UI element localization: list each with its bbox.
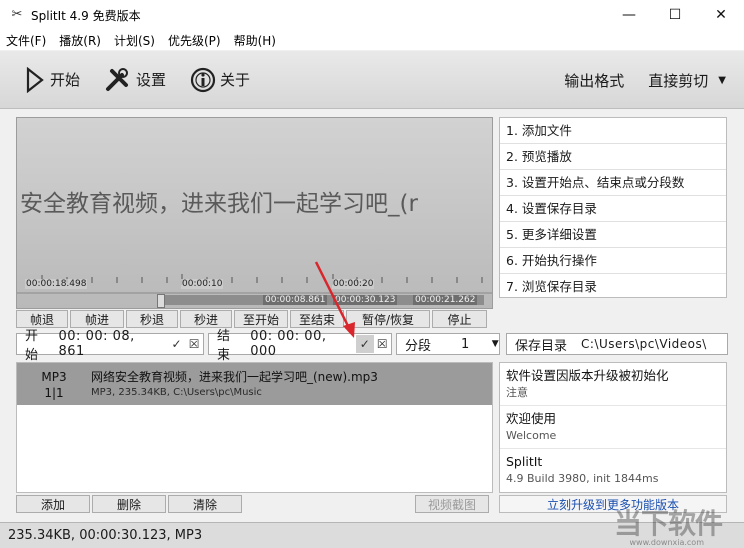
direct-cut-dropdown[interactable]: 直接剪切: [648, 70, 708, 91]
step-set-save-dir[interactable]: 4. 设置保存目录: [500, 196, 726, 222]
start-label: 开始: [50, 71, 81, 89]
stop-button[interactable]: 停止: [432, 310, 487, 328]
minimize-button[interactable]: —: [606, 0, 652, 30]
start-time-input[interactable]: 00: 00: 08, 861: [59, 329, 164, 359]
menu-help[interactable]: 帮助(H): [234, 32, 276, 49]
info-sub: 注意: [506, 386, 528, 399]
current-time-label: 00:00:18.498: [25, 279, 88, 289]
delete-button[interactable]: 删除: [92, 495, 166, 513]
menu-file[interactable]: 文件(F): [6, 32, 46, 49]
play-icon: [26, 66, 44, 93]
info-title: SplitIt: [506, 454, 543, 469]
info-sub: 4.9 Build 3980, init 1844ms: [506, 472, 659, 485]
step-browse-dir[interactable]: 7. 浏览保存目录: [500, 274, 726, 300]
set-end-check-icon[interactable]: ✓: [356, 335, 374, 353]
step-execute[interactable]: 6. 开始执行操作: [500, 248, 726, 274]
save-dir-group: 保存目录 C:\Users\pc\Videos\: [506, 333, 728, 355]
settings-button[interactable]: 设置: [104, 67, 166, 93]
set-start-check-icon[interactable]: ✓: [168, 335, 186, 353]
window-title: SplitIt 4.9 免费版本: [31, 8, 141, 23]
segment-select[interactable]: 1: [461, 337, 470, 352]
info-block: SplitIt 4.9 Build 3980, init 1844ms: [500, 449, 726, 491]
go-to-end-button[interactable]: 至结束: [290, 310, 344, 328]
clear-end-x-icon[interactable]: ☒: [374, 335, 391, 353]
save-dir-button[interactable]: 保存目录: [507, 335, 575, 354]
save-dir-path[interactable]: C:\Users\pc\Videos\: [581, 337, 707, 351]
file-type-label: MP3: [41, 370, 67, 384]
preview-title-text: 安全教育视频，进来我们一起学习吧_(r: [20, 191, 418, 217]
info-block: 欢迎使用 Welcome: [500, 406, 726, 449]
close-button[interactable]: ✕: [698, 0, 744, 30]
second-back-button[interactable]: 秒退: [126, 310, 178, 328]
video-preview[interactable]: 安全教育视频，进来我们一起学习吧_(r 00:00:18.498 00:00:1…: [16, 117, 493, 309]
marker-end-label: 00:00:21.262: [413, 295, 478, 305]
playback-controls: 帧退 帧进 秒退 秒进 至开始 至结束 暂停/恢复 停止: [16, 310, 493, 328]
steps-panel: 1. 添加文件 2. 预览播放 3. 设置开始点、结束点或分段数 4. 设置保存…: [499, 117, 727, 298]
watermark-site: www.downxia.com: [629, 538, 704, 547]
about-label: 关于: [220, 71, 251, 89]
info-title: 欢迎使用: [506, 411, 557, 426]
end-time-input[interactable]: 00: 00: 00, 000: [250, 329, 354, 359]
marker-start-label: 00:00:08.861: [263, 295, 328, 305]
scissors-icon: ✂: [11, 7, 23, 22]
pause-resume-button[interactable]: 暂停/恢复: [346, 310, 430, 328]
menu-priority[interactable]: 优先级(P): [168, 32, 221, 49]
info-title: 软件设置因版本升级被初始化: [506, 368, 669, 383]
step-set-points[interactable]: 3. 设置开始点、结束点或分段数: [500, 170, 726, 196]
menu-play[interactable]: 播放(R): [59, 32, 101, 49]
clear-button[interactable]: 清除: [168, 495, 242, 513]
toolbar-right: 输出格式 直接剪切 ▼: [564, 51, 726, 109]
menu-bar: 文件(F) 播放(R) 计划(S) 优先级(P) 帮助(H): [0, 30, 744, 50]
title-bar: ✂ SplitIt 4.9 免费版本 — ☐ ✕: [0, 0, 744, 30]
timeline-slider-handle[interactable]: [157, 294, 165, 308]
list-item[interactable]: MP3 1|1 网络安全教育视频，进来我们一起学习吧_(new).mp3 MP3…: [17, 363, 492, 405]
output-format-button[interactable]: 输出格式: [564, 70, 624, 91]
tick-label-10: 00:00:10: [181, 279, 224, 289]
end-time-label: 结束: [217, 329, 231, 363]
file-meta: MP3, 235.34KB, C:\Users\pc\Music: [91, 387, 262, 398]
file-name: 网络安全教育视频，进来我们一起学习吧_(new).mp3: [91, 370, 378, 384]
video-snapshot-button[interactable]: 视频截图: [415, 495, 489, 513]
add-button[interactable]: 添加: [16, 495, 90, 513]
info-icon: [190, 67, 216, 92]
marker-total-label: 00:00:30.123: [333, 295, 398, 305]
segment-group: 分段 1 ▼: [396, 333, 500, 355]
tools-icon: [106, 67, 129, 91]
segment-label: 分段: [405, 338, 432, 354]
watermark-logo: 当下软件: [613, 507, 723, 540]
step-preview[interactable]: 2. 预览播放: [500, 144, 726, 170]
chevron-down-icon[interactable]: ▼: [718, 75, 726, 86]
start-time-group: 开始 00: 00: 08, 861 ✓ ☒: [16, 329, 204, 363]
maximize-button[interactable]: ☐: [652, 0, 698, 30]
file-index-label: 1|1: [44, 386, 64, 400]
file-list: MP3 1|1 网络安全教育视频，进来我们一起学习吧_(new).mp3 MP3…: [16, 362, 493, 493]
file-list-actions: 添加 删除 清除 视频截图: [16, 495, 493, 513]
start-time-label: 开始: [25, 329, 39, 363]
info-block: 软件设置因版本升级被初始化 注意: [500, 363, 726, 406]
menu-schedule[interactable]: 计划(S): [114, 32, 155, 49]
chevron-down-icon[interactable]: ▼: [492, 339, 499, 349]
window-controls: — ☐ ✕: [606, 0, 744, 30]
clear-start-x-icon[interactable]: ☒: [185, 335, 203, 353]
start-button[interactable]: 开始: [24, 66, 81, 93]
step-add-file[interactable]: 1. 添加文件: [500, 118, 726, 144]
info-sub: Welcome: [506, 429, 557, 442]
info-panel: 软件设置因版本升级被初始化 注意 欢迎使用 Welcome SplitIt 4.…: [499, 362, 727, 493]
frame-forward-button[interactable]: 帧进: [70, 310, 124, 328]
end-time-group: 结束 00: 00: 00, 000 ✓ ☒: [208, 329, 392, 363]
settings-label: 设置: [136, 71, 167, 89]
toolbar: 开始 设置 关于 输出格式 直接剪切 ▼: [0, 51, 744, 109]
step-more-settings[interactable]: 5. 更多详细设置: [500, 222, 726, 248]
tick-label-20: 00:00:20: [332, 279, 375, 289]
about-button[interactable]: 关于: [190, 67, 250, 93]
